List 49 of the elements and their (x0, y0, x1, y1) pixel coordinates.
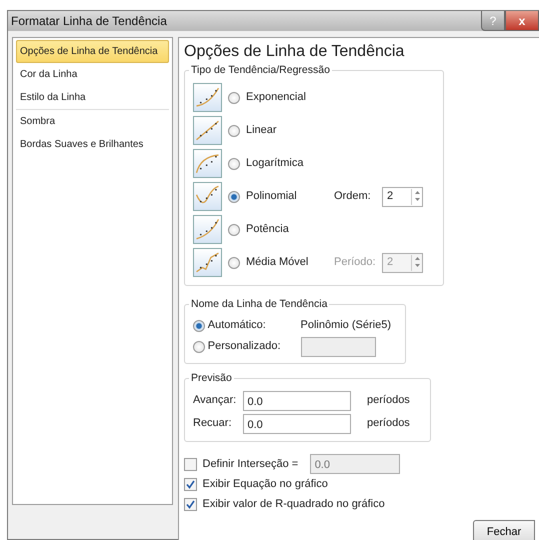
checkbox[interactable] (184, 478, 197, 490)
field-label: Avançar: (193, 393, 237, 408)
radio-label: Polinomial (246, 189, 298, 204)
text-field[interactable] (300, 336, 376, 356)
checkbox[interactable] (184, 498, 197, 510)
radio-label: Média Móvel (246, 255, 310, 270)
trendline-chart-icon (193, 248, 222, 277)
radio-button[interactable] (228, 190, 240, 202)
radio-label: Potência (246, 222, 290, 238)
checkbox-label: Exibir valor de R-quadrado no gráfico (202, 496, 385, 512)
radio-button[interactable] (193, 320, 205, 332)
radio-button[interactable] (228, 92, 240, 104)
radio-label: Logarítmica (246, 156, 304, 172)
trendline-name: Polinômio (Série5) (300, 318, 391, 334)
text-field[interactable]: 0.0 (242, 390, 350, 410)
option-label: Período: (334, 255, 376, 270)
radio-button[interactable] (228, 224, 240, 236)
close-button[interactable]: x (505, 11, 539, 31)
option-label: Ordem: (334, 189, 372, 204)
trendline-chart-icon (193, 116, 222, 145)
text-field[interactable]: 0.0 (242, 414, 350, 434)
radio-button[interactable] (228, 124, 240, 136)
radio-button[interactable] (228, 158, 240, 170)
radio-label: Automático: (208, 318, 267, 334)
radio-label: Linear (246, 123, 278, 138)
window-title: Formatar Linha de Tendência (11, 13, 168, 30)
checkbox[interactable] (184, 458, 197, 470)
sidebar-item[interactable]: Estilo da Linha (16, 86, 169, 109)
trendline-chart-icon (193, 182, 222, 211)
radio-label: Personalizado: (208, 339, 282, 354)
sidebar-item[interactable]: Cor da Linha (16, 63, 169, 86)
trendline-chart-icon (193, 215, 222, 244)
panel-title: Opções de Linha de Tendência (184, 42, 406, 62)
trendline-chart-icon (193, 83, 222, 112)
sidebar-item[interactable]: Bordas Suaves e Brilhantes (16, 133, 169, 156)
field-label: Recuar: (193, 416, 233, 432)
checkbox-label: Definir Interseção = (202, 456, 298, 472)
close-button[interactable]: Fechar (473, 520, 535, 540)
sidebar-item[interactable]: Sombra (16, 110, 169, 133)
number-spinner[interactable]: 2 (382, 186, 423, 206)
radio-label: Exponencial (246, 90, 307, 106)
radio-button[interactable] (193, 340, 205, 352)
checkbox-label: Exibir Equação no gráfico (202, 476, 328, 492)
text-field[interactable]: 0.0 (310, 454, 400, 474)
trendline-chart-icon (193, 149, 222, 178)
radio-button[interactable] (228, 256, 240, 268)
sidebar-item[interactable]: Opções de Linha de Tendência (16, 40, 169, 63)
unit-label: períodos (367, 416, 410, 432)
unit-label: períodos (367, 393, 410, 408)
